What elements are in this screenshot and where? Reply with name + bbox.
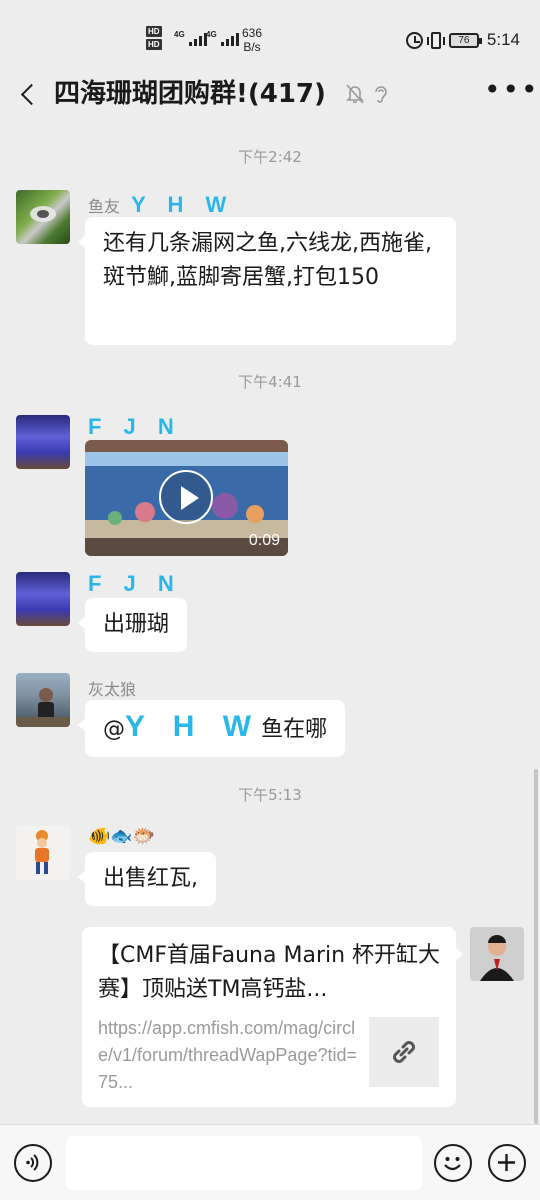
earpiece-icon xyxy=(375,86,387,103)
my-avatar[interactable] xyxy=(470,927,524,981)
scrollbar[interactable] xyxy=(534,769,538,1124)
voice-glyph xyxy=(26,1154,39,1171)
avatar-image xyxy=(30,206,56,222)
avatar[interactable] xyxy=(16,572,70,626)
chat-title: 四海珊瑚团购群!(417) xyxy=(54,79,326,109)
sender-name: 🐠🐟🐡 xyxy=(88,826,156,847)
video-duration: 0:09 xyxy=(248,532,280,549)
mute-bell-icon xyxy=(346,84,364,104)
timestamp: 下午4:41 xyxy=(238,373,302,391)
voice-icon[interactable] xyxy=(14,1144,52,1182)
sender-name: 灰太狼 xyxy=(88,680,137,699)
avatar[interactable] xyxy=(16,415,70,469)
emoji-glyph xyxy=(444,1157,461,1171)
speed-value: 636 xyxy=(242,26,263,40)
message-input[interactable] xyxy=(66,1136,422,1190)
clock: 5:14 xyxy=(486,30,520,49)
hd-badge: HD xyxy=(146,39,162,50)
avatar-image xyxy=(16,688,70,727)
message-bubble[interactable]: @Y H W鱼在哪 xyxy=(77,700,346,757)
avatar-image xyxy=(470,927,524,981)
link-title: 【CMF首届Fauna Marin 杯开缸大赛】顶贴送TM高钙盐... xyxy=(98,943,441,1002)
back-icon[interactable] xyxy=(14,78,42,110)
more-options-icon[interactable]: ••• xyxy=(484,76,538,106)
message-bubble[interactable]: 还有几条漏网之鱼,六线龙,西施雀,斑节鰤,蓝脚寄居蟹,打包150 xyxy=(78,217,456,345)
timestamp: 下午2:42 xyxy=(238,148,302,166)
network-type: 4G xyxy=(206,30,217,39)
speed-unit: B/s xyxy=(243,40,261,54)
network-speed: 636 B/s xyxy=(242,26,262,54)
signal-icon: 4G xyxy=(174,30,207,46)
avatar[interactable] xyxy=(16,673,70,727)
link-thumbnail xyxy=(369,1017,439,1087)
input-bar xyxy=(0,1124,540,1200)
status-right: 76 5:14 xyxy=(405,30,520,50)
message-bubble[interactable]: 出珊瑚 xyxy=(77,598,188,652)
sender-name-stylized: Y H W xyxy=(131,192,235,217)
chat-header: 四海珊瑚团购群!(417) ••• xyxy=(0,64,540,124)
link-card[interactable]: 【CMF首届Fauna Marin 杯开缸大赛】顶贴送TM高钙盐... http… xyxy=(82,927,463,1107)
message-bubble[interactable]: 出售红瓦, xyxy=(78,852,216,906)
sender-name-text: 鱼友 xyxy=(88,197,121,216)
avatar[interactable] xyxy=(16,826,70,880)
avatar-image xyxy=(35,830,49,874)
message-text: 鱼在哪 xyxy=(261,717,328,742)
message-list[interactable]: 下午2:42 鱼友 Y H W 还有几条漏网之鱼,六线龙,西施雀,斑节鰤,蓝脚寄… xyxy=(0,124,540,1124)
mention-name: Y H W xyxy=(125,710,262,743)
sender-name: 鱼友 Y H W xyxy=(88,192,234,218)
network-type: 4G xyxy=(174,30,185,39)
signal-icon: 4G xyxy=(206,30,239,46)
plus-glyph xyxy=(498,1154,515,1171)
video-message[interactable]: 0:09 xyxy=(85,440,288,556)
hd-badge: HD xyxy=(146,26,162,37)
avatar[interactable] xyxy=(16,190,70,244)
sender-name: F J N xyxy=(88,571,182,596)
vibrate-icon xyxy=(426,31,445,49)
link-icon xyxy=(393,1041,415,1063)
timestamp: 下午5:13 xyxy=(238,786,302,804)
plus-icon[interactable] xyxy=(488,1144,526,1182)
battery-icon: 76 xyxy=(448,32,482,48)
alarm-icon xyxy=(405,31,423,49)
emoji-icon[interactable] xyxy=(434,1144,472,1182)
sender-name: F J N xyxy=(88,414,182,439)
play-icon[interactable] xyxy=(159,470,213,524)
hd-indicators: HD HD xyxy=(146,26,162,52)
mention-at: @ xyxy=(103,717,125,742)
link-url: https://app.cmfish.com/mag/circle/v1/for… xyxy=(98,1018,357,1092)
